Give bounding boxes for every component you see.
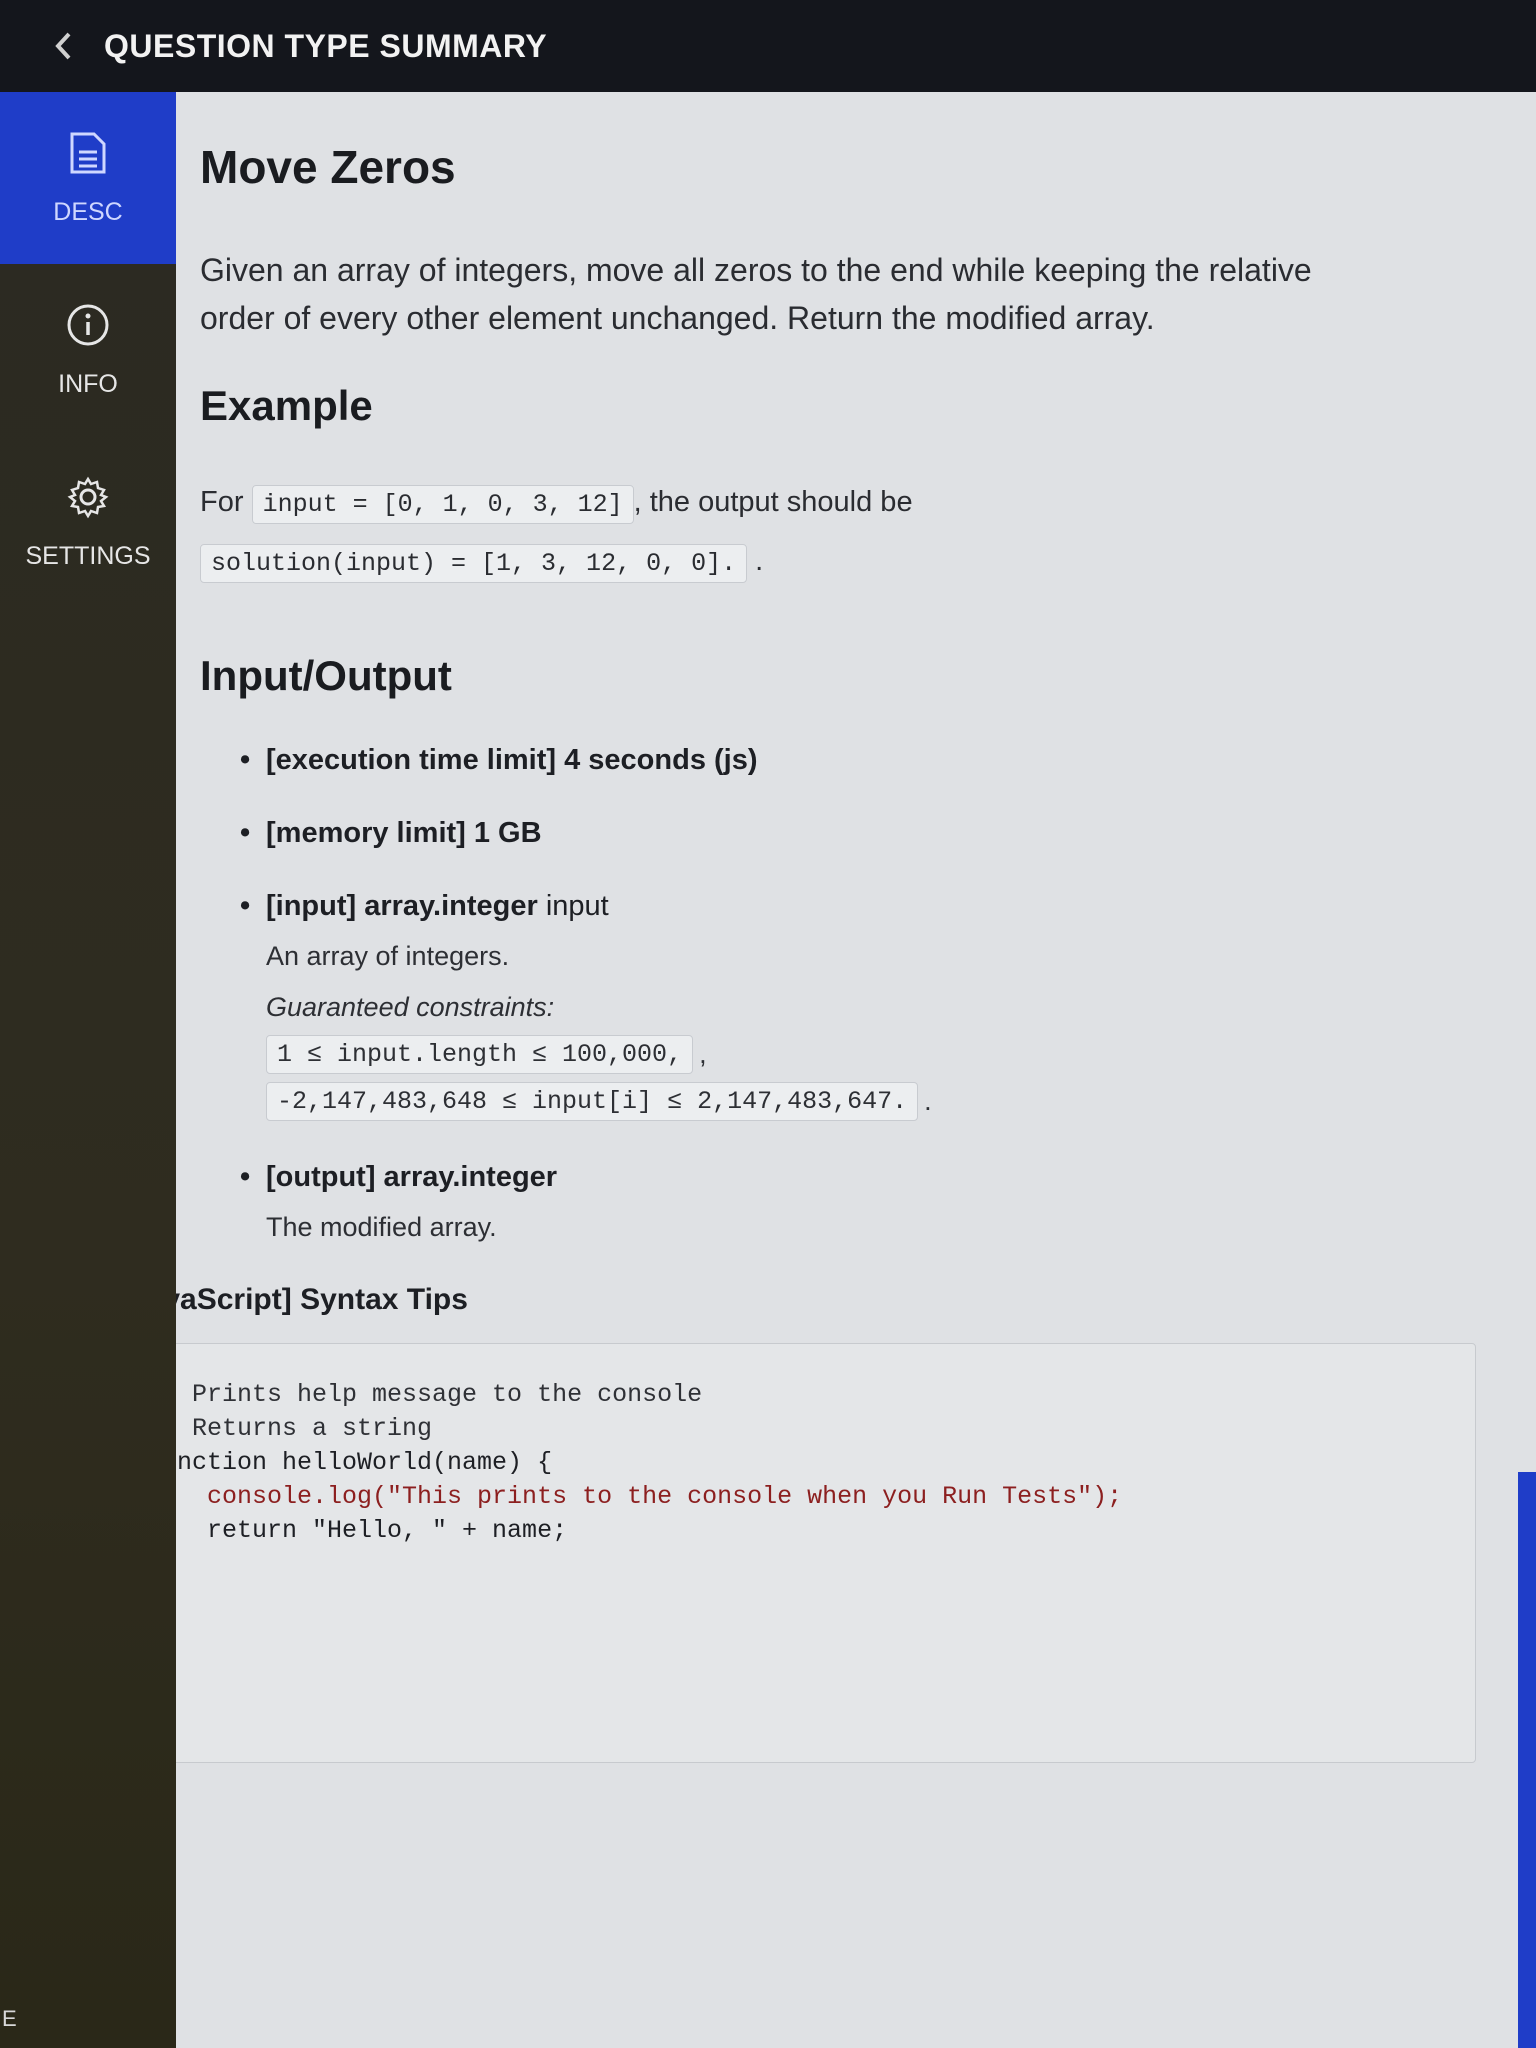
list-item: • [input] array.integer input An array of… xyxy=(240,890,1508,1121)
problem-description: Given an array of integers, move all zer… xyxy=(200,252,1312,336)
sidebar: DESC INFO SETTINGS E xyxy=(0,92,176,2048)
code-line: console.log("This prints to the console … xyxy=(176,1482,1123,1511)
sidebar-item-label: SETTINGS xyxy=(25,541,151,570)
input-description: An array of integers. xyxy=(266,941,510,971)
code-line: // Prints help message to the console xyxy=(176,1380,703,1409)
list-item: • [output] array.integer The modified arr… xyxy=(240,1161,1508,1243)
constraint-separator: , xyxy=(699,1039,707,1069)
document-icon xyxy=(65,130,111,176)
sidebar-item-info[interactable]: INFO xyxy=(0,264,176,436)
example-heading: Example xyxy=(200,382,373,429)
sidebar-item-label: DESC xyxy=(53,197,123,226)
top-bar: QUESTION TYPE SUMMARY xyxy=(0,0,1536,92)
list-item: • [execution time limit] 4 seconds (js) xyxy=(240,744,758,776)
code-snippet: // Prints help message to the console //… xyxy=(176,1343,1476,1763)
constraint-end: . xyxy=(924,1086,932,1116)
output-type: [output] array.integer xyxy=(266,1161,558,1193)
sidebar-item-label: INFO xyxy=(58,369,118,398)
syntax-tips-title: [JavaScript] Syntax Tips xyxy=(176,1283,468,1316)
window-edge-accent xyxy=(1518,1472,1536,2048)
constraint-range: -2,147,483,648 ≤ input[i] ≤ 2,147,483,64… xyxy=(266,1082,919,1121)
sidebar-item-settings[interactable]: SETTINGS xyxy=(0,436,176,608)
input-type: [input] array.integer xyxy=(266,890,538,922)
code-line: return "Hello, " + name; xyxy=(176,1516,568,1545)
io-heading: Input/Output xyxy=(200,652,452,699)
time-limit: [execution time limit] 4 seconds (js) xyxy=(266,744,758,776)
example-prefix: For xyxy=(200,486,244,518)
example-input-code: input = [0, 1, 0, 3, 12] xyxy=(251,485,634,524)
io-list: • [execution time limit] 4 seconds (js) •… xyxy=(200,744,1508,1243)
constraint-length: 1 ≤ input.length ≤ 100,000, xyxy=(266,1035,694,1074)
input-name: input xyxy=(545,890,609,922)
code-line: // Returns a string xyxy=(176,1414,433,1443)
example-suffix: . xyxy=(755,545,764,577)
example-output-code: solution(input) = [1, 3, 12, 0, 0]. xyxy=(200,544,748,583)
memory-limit: [memory limit] 1 GB xyxy=(266,817,542,849)
sidebar-item-desc[interactable]: DESC xyxy=(0,92,176,264)
example-middle: , the output should be xyxy=(633,486,913,518)
page-title: QUESTION TYPE SUMMARY xyxy=(104,27,548,64)
output-description: The modified array. xyxy=(266,1212,497,1242)
description-panel: Move Zeros Given an array of integers, m… xyxy=(176,92,1536,2048)
code-line: function helloWorld(name) { xyxy=(176,1448,553,1477)
example-block: For input = [0, 1, 0, 3, 12], the output… xyxy=(200,474,1508,592)
chevron-left-icon[interactable] xyxy=(46,28,82,64)
sidebar-bottom-fragment: E xyxy=(2,2006,17,2031)
list-item: • [memory limit] 1 GB xyxy=(240,817,542,849)
problem-title: Move Zeros xyxy=(200,141,456,193)
constraints-label: Guaranteed constraints: xyxy=(266,992,555,1022)
info-icon xyxy=(65,302,111,348)
constraints-list: 1 ≤ input.length ≤ 100,000, , -2,147,483… xyxy=(266,1035,1508,1121)
code-line: } xyxy=(176,1548,1435,1582)
gear-icon xyxy=(65,474,111,520)
